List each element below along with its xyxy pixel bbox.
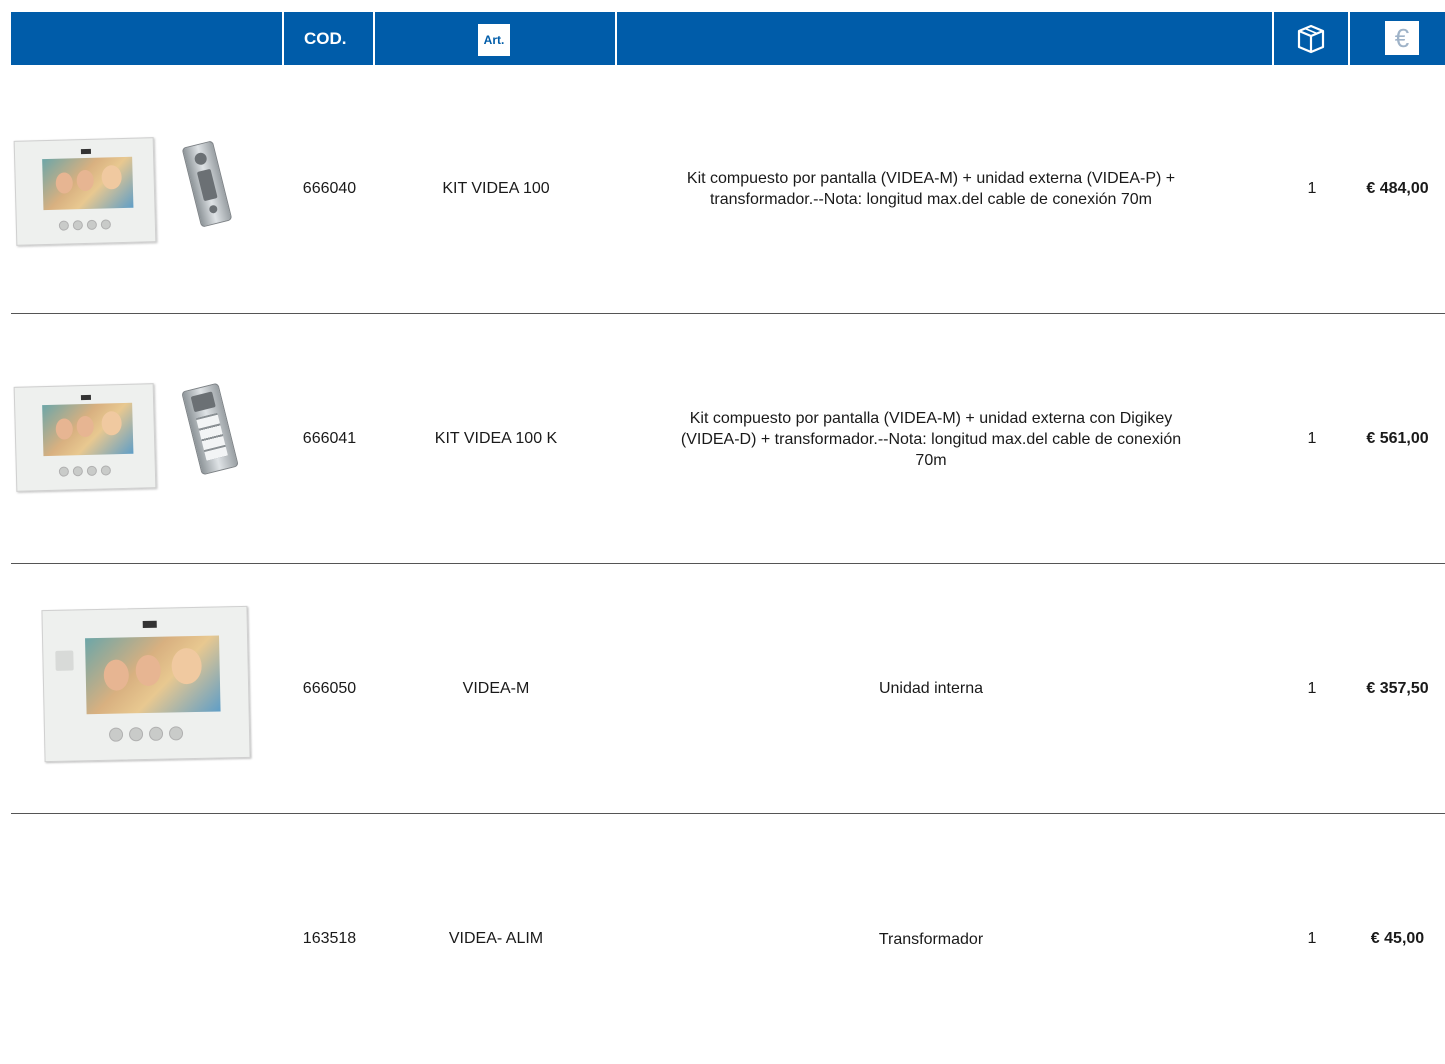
art-badge: Art.	[478, 24, 510, 56]
product-quantity: 1	[1307, 430, 1317, 447]
table-row: 163518 VIDEA- ALIM Transformador 1 € 45,…	[11, 814, 1445, 1064]
monitor-image	[13, 383, 157, 492]
product-price: € 484,00	[1366, 180, 1429, 197]
header-price-column: €	[1350, 12, 1445, 65]
product-description: Transformador	[631, 814, 1231, 1064]
product-description: Kit compuesto por pantalla (VIDEA-M) + u…	[631, 314, 1231, 564]
table-header: COD. Art. €	[11, 12, 1445, 65]
header-code-column: COD.	[284, 12, 375, 65]
product-image-kit-videa-100-k	[13, 382, 255, 492]
product-code: 163518	[302, 930, 357, 947]
description-line: (VIDEA-D) + transformador.--Nota: longit…	[680, 430, 1182, 448]
description-line: transformador.--Nota: longitud max.del c…	[709, 191, 1152, 208]
product-code: 666041	[302, 430, 357, 447]
box-icon	[1294, 22, 1328, 56]
description-line: Kit compuesto por pantalla (VIDEA-M) + u…	[689, 409, 1173, 427]
product-code: 666040	[302, 180, 357, 197]
euro-icon: €	[1385, 21, 1419, 55]
product-quantity: 1	[1307, 679, 1317, 697]
description-line: 70m	[915, 451, 947, 469]
cod-label: COD.	[304, 29, 347, 48]
product-image-videa-m	[41, 604, 253, 764]
product-code: 666050	[302, 679, 357, 697]
product-description: Unidad interna	[631, 564, 1231, 813]
product-quantity: 1	[1307, 180, 1317, 197]
monitor-image	[41, 605, 251, 763]
table-row: 666040 KIT VIDEA 100 Kit compuesto por p…	[11, 65, 1445, 313]
product-quantity: 1	[1307, 930, 1317, 947]
product-article: KIT VIDEA 100	[442, 180, 550, 197]
header-article-column: Art.	[375, 12, 617, 65]
door-panel-image	[181, 140, 233, 228]
product-price: € 45,00	[1370, 930, 1425, 947]
product-image-kit-videa-100	[13, 137, 255, 247]
product-price: € 357,50	[1366, 679, 1429, 697]
product-article: VIDEA- ALIM	[448, 930, 544, 947]
product-article: VIDEA-M	[462, 679, 530, 697]
header-description-column	[617, 12, 1274, 65]
table-row: 666041 KIT VIDEA 100 K Kit compuesto por…	[11, 314, 1445, 564]
product-description: Kit compuesto por pantalla (VIDEA-M) + u…	[631, 65, 1231, 313]
description-line: Unidad interna	[878, 680, 984, 697]
product-article: KIT VIDEA 100 K	[434, 430, 558, 447]
description-line: Kit compuesto por pantalla (VIDEA-M) + u…	[686, 170, 1176, 187]
product-price: € 561,00	[1366, 430, 1429, 447]
monitor-image	[13, 137, 157, 246]
keypad-panel-image	[181, 382, 239, 476]
header-image-column	[11, 12, 284, 65]
header-quantity-column	[1274, 12, 1350, 65]
table-row: 666050 VIDEA-M Unidad interna 1 € 357,50	[11, 564, 1445, 813]
description-line: Transformador	[878, 930, 984, 948]
